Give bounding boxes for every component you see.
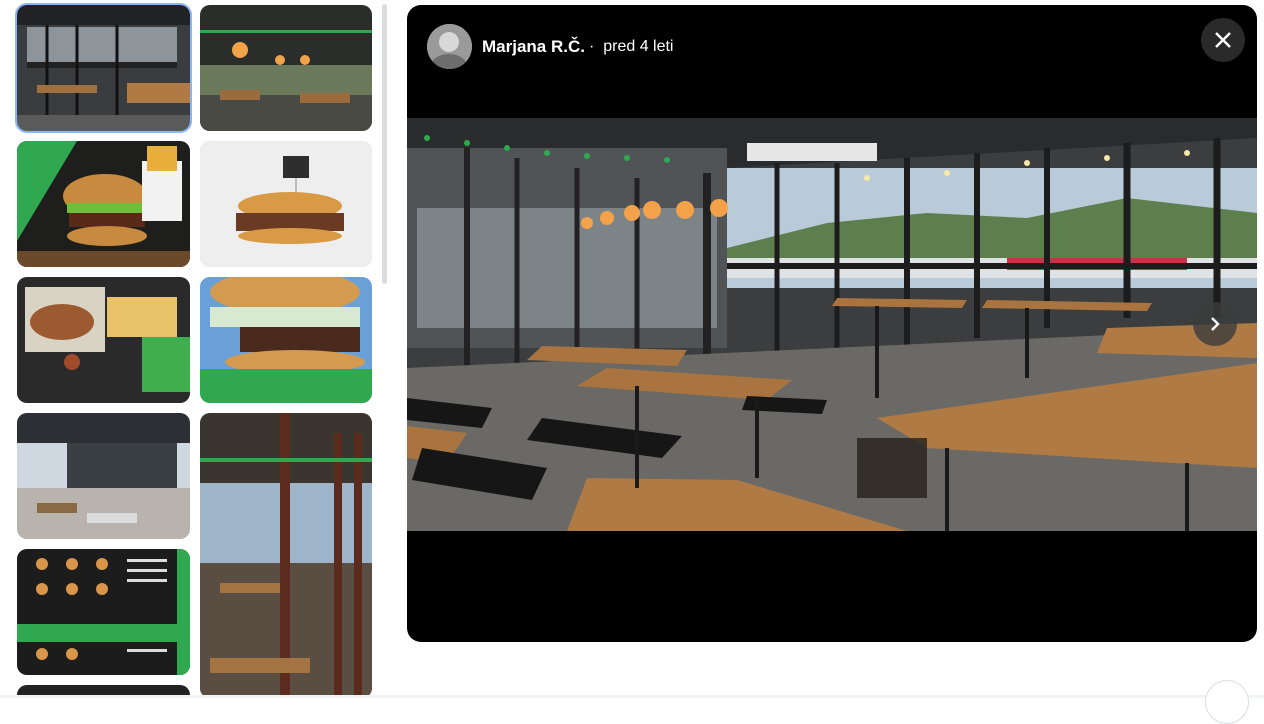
thumbnail-terrace[interactable] xyxy=(17,413,190,539)
thumbnail-restaurant-lamps[interactable] xyxy=(200,5,372,131)
author-name[interactable]: Marjana R.Č. xyxy=(482,37,585,57)
close-button[interactable] xyxy=(1201,18,1245,62)
photo-gallery xyxy=(0,0,392,698)
time-label: pred 4 leti xyxy=(603,38,674,55)
viewer-header: Marjana R.Č. · pred 4 leti xyxy=(407,5,1257,91)
meta-separator: · xyxy=(589,38,595,55)
close-icon xyxy=(1215,32,1231,48)
post-time: · pred 4 leti xyxy=(589,38,673,56)
gallery-scrollbar[interactable] xyxy=(382,4,387,284)
thumbnail-burger-closeup[interactable] xyxy=(200,277,372,403)
thumbnail-burger-white[interactable] xyxy=(200,141,372,267)
main-photo xyxy=(407,118,1257,531)
next-photo-button[interactable] xyxy=(1193,302,1237,346)
thumbnail-interior-tall[interactable] xyxy=(200,413,372,698)
thumbnail-menu[interactable] xyxy=(17,549,190,675)
corner-control[interactable] xyxy=(1205,680,1249,724)
chevron-right-icon xyxy=(1211,317,1220,331)
thumbnail-restaurant-interior[interactable] xyxy=(15,3,192,133)
thumbnail-burger-ad[interactable] xyxy=(17,141,190,267)
thumbnail-burger-tray[interactable] xyxy=(17,277,190,403)
photo-viewer: Marjana R.Č. · pred 4 leti xyxy=(407,5,1257,642)
avatar[interactable] xyxy=(427,24,472,69)
